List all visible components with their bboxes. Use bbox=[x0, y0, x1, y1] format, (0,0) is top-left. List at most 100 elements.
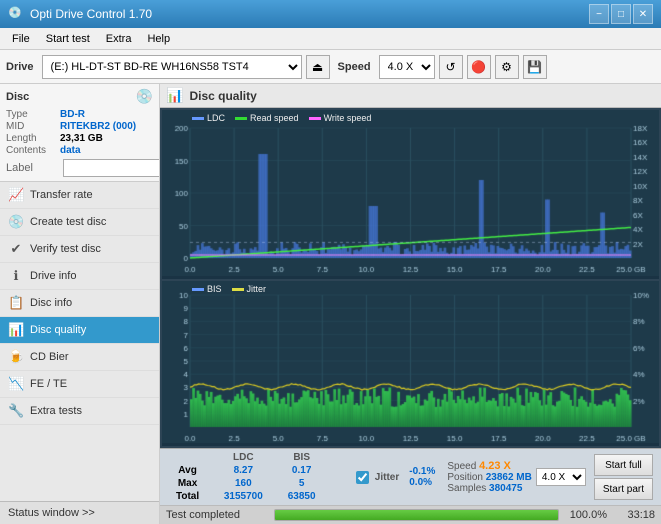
max-bis: 5 bbox=[276, 477, 328, 490]
close-button[interactable]: ✕ bbox=[633, 4, 653, 24]
ldc-legend-dot bbox=[192, 117, 204, 120]
sidebar-item-transfer-rate[interactable]: 📈 Transfer rate bbox=[0, 182, 159, 209]
disc-label-input[interactable] bbox=[63, 159, 160, 177]
speed-stat-val: 4.23 X bbox=[479, 460, 511, 472]
ldc-legend-label: LDC bbox=[207, 113, 225, 123]
start-full-button[interactable]: Start full bbox=[594, 454, 653, 476]
verify-test-disc-label: Verify test disc bbox=[30, 243, 101, 255]
stats-max-row: Max 160 5 bbox=[164, 477, 348, 490]
action-buttons: Start full Start part bbox=[590, 451, 657, 503]
drive-info-label: Drive info bbox=[30, 270, 76, 282]
main-area: Disc 💿 Type BD-R MID RITEKBR2 (000) Leng… bbox=[0, 84, 661, 524]
bis-legend-label: BIS bbox=[207, 284, 222, 294]
position-val: 23862 MB bbox=[486, 472, 532, 483]
mid-val: RITEKBR2 (000) bbox=[60, 121, 136, 132]
sidebar-item-cd-bier[interactable]: 🍺 CD Bier bbox=[0, 344, 159, 371]
samples-label: Samples bbox=[447, 483, 486, 494]
sidebar-item-drive-info[interactable]: ℹ Drive info bbox=[0, 263, 159, 290]
menu-start-test[interactable]: Start test bbox=[38, 31, 98, 47]
jitter-max: 0.0% bbox=[409, 477, 432, 488]
sidebar-item-fe-te[interactable]: 📉 FE / TE bbox=[0, 371, 159, 398]
length-val: 23,31 GB bbox=[60, 133, 103, 144]
burn-button[interactable]: 🔴 bbox=[467, 55, 491, 79]
legend-read: Read speed bbox=[235, 113, 299, 123]
progress-bar-fill bbox=[275, 510, 558, 520]
progress-percent: 100.0% bbox=[567, 509, 607, 521]
speed-label: Speed bbox=[338, 61, 371, 73]
status-window-label: Status window >> bbox=[8, 507, 95, 519]
disc-info-label: Disc info bbox=[30, 297, 72, 309]
eject-button[interactable]: ⏏ bbox=[306, 55, 330, 79]
bottom-chart-legend: BIS Jitter bbox=[192, 284, 266, 294]
extra-tests-icon: 🔧 bbox=[8, 403, 24, 419]
speed-select[interactable]: 4.0 X bbox=[379, 55, 435, 79]
toolbar: Drive (E:) HL-DT-ST BD-RE WH16NS58 TST4 … bbox=[0, 50, 661, 84]
titlebar: 💿 Opti Drive Control 1.70 − □ ✕ bbox=[0, 0, 661, 28]
top-chart-legend: LDC Read speed Write speed bbox=[192, 113, 371, 123]
minimize-button[interactable]: − bbox=[589, 4, 609, 24]
jitter-checkbox[interactable] bbox=[356, 471, 369, 484]
read-legend-label: Read speed bbox=[250, 113, 299, 123]
sidebar-item-create-test-disc[interactable]: 💿 Create test disc bbox=[0, 209, 159, 236]
total-label: Total bbox=[164, 490, 211, 503]
dq-icon: 📊 bbox=[166, 87, 183, 104]
menu-file[interactable]: File bbox=[4, 31, 38, 47]
speed-section: Speed 4.23 X Position 23862 MB Samples 3… bbox=[443, 451, 590, 503]
extra-tests-label: Extra tests bbox=[30, 405, 82, 417]
disc-quality-label: Disc quality bbox=[30, 324, 86, 336]
speed-stat-label: Speed bbox=[447, 461, 476, 472]
speed-apply-button[interactable]: ↺ bbox=[439, 55, 463, 79]
window-controls: − □ ✕ bbox=[589, 4, 653, 24]
fe-te-icon: 📉 bbox=[8, 376, 24, 392]
bottom-chart: BIS Jitter bbox=[162, 281, 659, 446]
legend-jitter: Jitter bbox=[232, 284, 267, 294]
progress-area: Test completed 100.0% 33:18 bbox=[160, 505, 661, 524]
max-label: Max bbox=[164, 477, 211, 490]
sidebar-item-disc-info[interactable]: 📋 Disc info bbox=[0, 290, 159, 317]
start-part-button[interactable]: Start part bbox=[594, 478, 653, 500]
legend-bis: BIS bbox=[192, 284, 222, 294]
type-key: Type bbox=[6, 109, 60, 120]
contents-val: data bbox=[60, 145, 81, 156]
create-test-disc-icon: 💿 bbox=[8, 214, 24, 230]
app-icon: 💿 bbox=[8, 6, 24, 22]
col-ldc: LDC bbox=[211, 451, 275, 464]
length-key: Length bbox=[6, 133, 60, 144]
total-bis: 63850 bbox=[276, 490, 328, 503]
content-area: 📊 Disc quality LDC Read speed W bbox=[160, 84, 661, 524]
col-empty bbox=[164, 451, 211, 464]
stats-total-row: Total 3155700 63850 bbox=[164, 490, 348, 503]
jitter-label: Jitter bbox=[375, 472, 399, 483]
progress-bar-background bbox=[274, 509, 559, 521]
drive-select[interactable]: (E:) HL-DT-ST BD-RE WH16NS58 TST4 bbox=[42, 55, 302, 79]
progress-status: Test completed bbox=[166, 509, 266, 521]
maximize-button[interactable]: □ bbox=[611, 4, 631, 24]
disc-panel: Disc 💿 Type BD-R MID RITEKBR2 (000) Leng… bbox=[0, 84, 159, 182]
samples-val: 380475 bbox=[489, 483, 522, 494]
sidebar-item-verify-test-disc[interactable]: ✔ Verify test disc bbox=[0, 236, 159, 263]
sidebar-item-disc-quality[interactable]: 📊 Disc quality bbox=[0, 317, 159, 344]
legend-write: Write speed bbox=[309, 113, 372, 123]
progress-time: 33:18 bbox=[615, 509, 655, 521]
speed-limit-select[interactable]: 4.0 X bbox=[536, 468, 586, 486]
write-legend-label: Write speed bbox=[324, 113, 372, 123]
bis-legend-dot bbox=[192, 288, 204, 291]
type-val: BD-R bbox=[60, 109, 85, 120]
sidebar: Disc 💿 Type BD-R MID RITEKBR2 (000) Leng… bbox=[0, 84, 160, 524]
disc-icon: 💿 bbox=[136, 88, 153, 105]
drive-label: Drive bbox=[6, 61, 34, 73]
dq-title: Disc quality bbox=[189, 89, 256, 103]
top-chart: LDC Read speed Write speed bbox=[162, 110, 659, 279]
bottom-chart-canvas bbox=[162, 281, 659, 443]
menu-help[interactable]: Help bbox=[139, 31, 178, 47]
menu-extra[interactable]: Extra bbox=[98, 31, 140, 47]
disc-quality-icon: 📊 bbox=[8, 322, 24, 338]
jitter-legend-dot bbox=[232, 288, 244, 291]
menubar: File Start test Extra Help bbox=[0, 28, 661, 50]
save-button[interactable]: 💾 bbox=[523, 55, 547, 79]
avg-bis: 0.17 bbox=[276, 464, 328, 477]
status-window-button[interactable]: Status window >> bbox=[0, 501, 159, 524]
sidebar-item-extra-tests[interactable]: 🔧 Extra tests bbox=[0, 398, 159, 425]
settings-button[interactable]: ⚙ bbox=[495, 55, 519, 79]
col-spacer bbox=[328, 451, 348, 464]
